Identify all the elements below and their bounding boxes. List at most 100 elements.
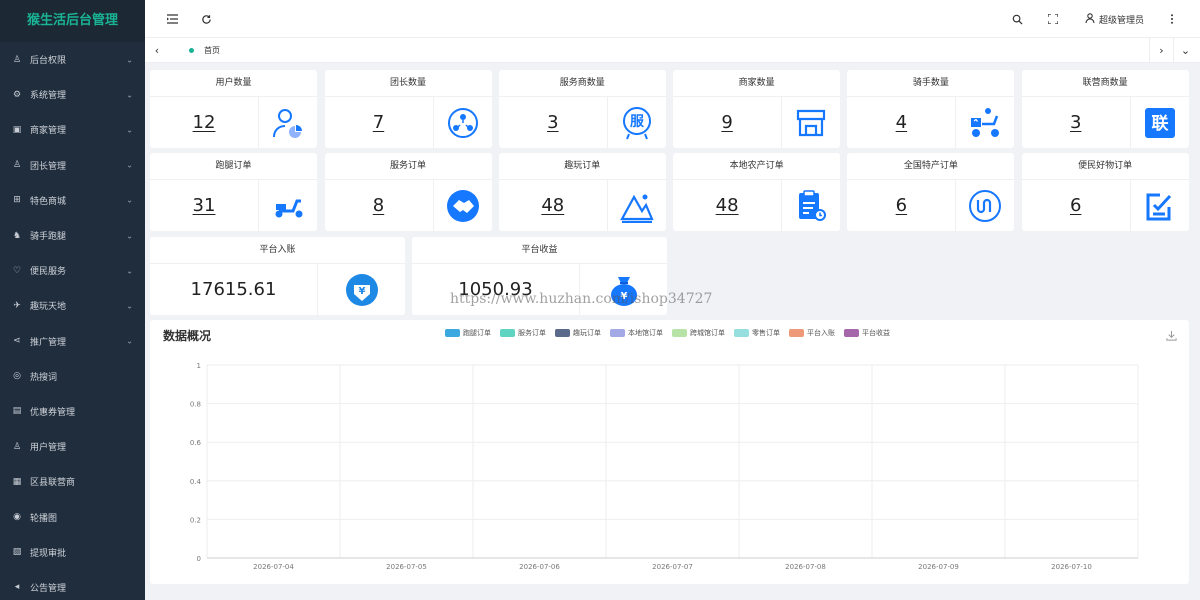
stat-card: 平台收益 1050.93 ¥	[412, 237, 667, 315]
x-tick-label: 2026-07-09	[918, 563, 959, 571]
sidebar-item-14[interactable]: ▧ 提现审批	[0, 535, 145, 570]
sidebar-item-15[interactable]: ◂ 公告管理	[0, 570, 145, 600]
sidebar-item-9[interactable]: ◎ 热搜词	[0, 359, 145, 394]
sidebar-item-label: 推广管理	[30, 337, 67, 348]
user-chart-icon	[259, 97, 317, 148]
stat-card: 团长数量 7	[324, 70, 492, 148]
stat-card-title: 全国特产订单	[847, 153, 1015, 180]
sidebar-item-6[interactable]: ♡ 便民服务 ⌄	[0, 253, 145, 288]
sidebar-item-3[interactable]: ♙ 团长管理 ⌄	[0, 148, 145, 183]
gear-icon: ⚙	[12, 89, 22, 100]
sidebar-item-13[interactable]: ◉ 轮播图	[0, 499, 145, 534]
stat-card-value[interactable]: 48	[673, 180, 783, 231]
stat-card-title: 平台收益	[412, 237, 667, 264]
sidebar-item-12[interactable]: ▦ 区县联营商	[0, 464, 145, 499]
sidebar-item-label: 后台权限	[30, 56, 67, 67]
sidebar-item-2[interactable]: ▣ 商家管理 ⌄	[0, 112, 145, 147]
user-name: 超级管理员	[1098, 15, 1144, 26]
stat-card-value[interactable]: 48	[499, 180, 608, 231]
more-icon[interactable]	[1165, 0, 1179, 38]
stat-card-title: 平台入账	[150, 237, 405, 264]
chart-panel: 数据概况 跑腿订单 服务订单 趣玩订单 本地馆订单 跨城馆订单 零售订单 平台入账 平台收益 …	[150, 320, 1189, 584]
sidebar-item-4[interactable]: ⊞ 特色商城 ⌄	[0, 183, 145, 218]
top-header: 超级管理员	[145, 0, 1200, 38]
withdraw-icon: ▧	[12, 547, 22, 558]
tabs-next-icon[interactable]: ›	[1149, 38, 1173, 63]
region-icon: ▦	[12, 476, 22, 487]
tabs-bar: ‹ 首页 › ⌄	[145, 38, 1200, 63]
stat-card: 跑腿订单 31	[150, 153, 317, 231]
sidebar-item-5[interactable]: ♞ 骑手跑腿 ⌄	[0, 218, 145, 253]
stat-card-title: 服务订单	[324, 153, 492, 180]
sidebar: 猴生活后台管理 ♙ 后台权限 ⌄ ⚙ 系统管理 ⌄ ▣ 商家管理 ⌄ ♙ 团长管理 ⌄ ⊞ 特色商城 ⌄ ♞ 骑…	[0, 0, 145, 600]
search-icon[interactable]	[1007, 0, 1027, 38]
stat-card-title: 用户数量	[150, 70, 317, 97]
sidebar-item-8[interactable]: ⋖ 推广管理 ⌄	[0, 324, 145, 359]
tabs-prev-icon[interactable]: ‹	[145, 38, 169, 63]
users-icon: ♙	[12, 441, 22, 452]
tabs-dropdown-icon[interactable]: ⌄	[1173, 38, 1197, 63]
chevron-down-icon: ⌄	[126, 336, 133, 346]
sidebar-item-11[interactable]: ♙ 用户管理	[0, 429, 145, 464]
tab-home[interactable]: 首页	[181, 38, 228, 63]
stat-card: 服务商数量 3 服	[498, 70, 666, 148]
stat-card-value[interactable]: 3	[499, 97, 608, 148]
stat-card-value[interactable]: 1050.93	[412, 264, 580, 315]
stat-card-value[interactable]: 7	[325, 97, 434, 148]
x-tick-label: 2026-07-06	[519, 563, 560, 571]
edit-check-icon	[1131, 180, 1189, 231]
fullscreen-icon[interactable]	[1043, 0, 1063, 38]
refresh-icon[interactable]	[197, 0, 215, 38]
x-tick-label: 2026-07-10	[1051, 563, 1092, 571]
sidebar-item-10[interactable]: ▤ 优惠券管理	[0, 394, 145, 429]
stat-card: 服务订单 8	[324, 153, 492, 231]
menu-toggle-icon[interactable]	[163, 0, 181, 38]
team-network-icon	[434, 97, 492, 148]
y-tick-label: 0.4	[190, 478, 202, 486]
stat-card-title: 本地农产订单	[673, 153, 841, 180]
active-dot	[189, 48, 194, 53]
stat-card-value[interactable]: 12	[150, 97, 259, 148]
sidebar-menu: ♙ 后台权限 ⌄ ⚙ 系统管理 ⌄ ▣ 商家管理 ⌄ ♙ 团长管理 ⌄ ⊞ 特色商城 ⌄ ♞ 骑手跑腿 ⌄ ♡ 便民服…	[0, 42, 145, 600]
sidebar-item-label: 轮播图	[30, 513, 58, 524]
stat-card-value[interactable]: 6	[847, 180, 957, 231]
stat-card-value[interactable]: 9	[673, 97, 783, 148]
cart-icon: ⊞	[13, 195, 21, 206]
stat-card-value[interactable]: 31	[150, 180, 259, 231]
sidebar-item-label: 用户管理	[30, 443, 67, 454]
carousel-icon: ◉	[13, 512, 21, 523]
stat-card: 便民好物订单 6	[1021, 153, 1189, 231]
stat-card: 平台入账 17615.61 ¥	[150, 237, 405, 315]
stat-card: 联营商数量 3 联	[1021, 70, 1189, 148]
sidebar-item-7[interactable]: ✈ 趣玩天地 ⌄	[0, 288, 145, 323]
user-menu[interactable]: 超级管理员	[1082, 0, 1147, 38]
svg-text:¥: ¥	[358, 286, 365, 297]
pin-icon: ✈	[13, 300, 21, 311]
sidebar-item-0[interactable]: ♙ 后台权限 ⌄	[0, 42, 145, 77]
share-icon: ⋖	[13, 336, 21, 347]
stat-card: 全国特产订单 6	[847, 153, 1015, 231]
shop-icon	[782, 97, 840, 148]
stat-card: 用户数量 12	[150, 70, 317, 148]
union-badge-icon: 联	[1131, 97, 1189, 148]
chevron-down-icon: ⌄	[126, 90, 133, 100]
sidebar-item-label: 骑手跑腿	[30, 232, 67, 243]
tab-home-label: 首页	[204, 46, 220, 55]
stat-card-value[interactable]: 8	[325, 180, 434, 231]
line-chart: 0 0.2 0.4 0.6 0.8 1 2026-07-04 2026-07-05 2026-0…	[190, 362, 1139, 571]
app-title: 猴生活后台管理	[0, 0, 145, 42]
fire-icon: ◎	[13, 371, 21, 382]
stat-card-value[interactable]: 17615.61	[150, 264, 318, 315]
scooter-rider-icon	[956, 97, 1014, 148]
chevron-down-icon: ⌄	[126, 266, 133, 276]
stat-card: 本地农产订单 48	[673, 153, 841, 231]
stat-card-value[interactable]: 4	[847, 97, 957, 148]
stat-card-value[interactable]: 3	[1022, 97, 1131, 148]
y-tick-label: 0.8	[190, 401, 201, 409]
sidebar-item-1[interactable]: ⚙ 系统管理 ⌄	[0, 77, 145, 112]
stat-card-title: 联营商数量	[1021, 70, 1189, 97]
stat-card-value[interactable]: 6	[1022, 180, 1131, 231]
sidebar-item-label: 提现审批	[30, 548, 67, 559]
sidebar-item-label: 热搜词	[30, 372, 58, 383]
svg-text:服: 服	[630, 114, 645, 130]
